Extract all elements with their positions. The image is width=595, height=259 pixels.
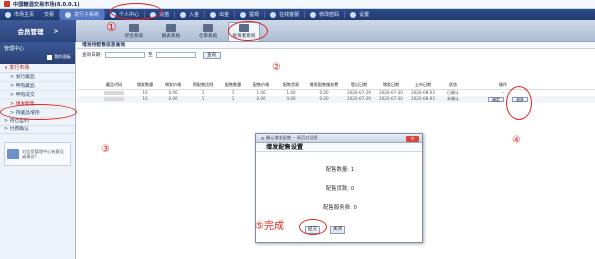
allot-fee-line: 配售服务费: 0 [323, 205, 357, 211]
nav-cash-out[interactable]: 提现 [235, 9, 264, 20]
nav-home[interactable]: 市场主页 [0, 9, 39, 20]
nav-deposit[interactable]: 入金 [175, 9, 204, 20]
cell-alloc: 1 [231, 96, 235, 101]
tab-report-system[interactable]: 报表系统 [155, 22, 187, 41]
settings-icon [350, 11, 357, 18]
query-filter: 查询日期: 至 查询 [77, 49, 595, 61]
cash-icon [240, 11, 247, 18]
sidebar-item-subscribe-collection[interactable]: > 申购藏品 [0, 82, 75, 91]
column-header: 状态 [448, 82, 458, 87]
to-label: 至 [147, 53, 153, 58]
column-header: 增发配售服务费 [309, 82, 339, 87]
column-header: 增发数量 [136, 82, 154, 87]
feedback-icon [7, 149, 19, 159]
cell-ratio: 1 [201, 96, 205, 101]
confirm-row-button[interactable]: 确定 [488, 96, 504, 102]
page-title: 增发待配售信息查询 [77, 42, 595, 49]
allot-qty-line: 配售数量: 1 [325, 167, 355, 173]
annotation-step-1: ① [106, 20, 117, 34]
annotation-ring-issue-nav [110, 3, 162, 20]
column-header: 藏品代码 [105, 82, 123, 87]
warehouse-icon [203, 24, 213, 32]
close-button[interactable]: 关闭 [330, 226, 345, 234]
nav-online-service[interactable]: 在线客服 [265, 9, 304, 20]
dialog-icon [261, 136, 264, 140]
cell-fee: 0.00 [319, 96, 329, 101]
dialog-heading: 增发配售设置 [256, 143, 422, 152]
app-logo-icon [4, 1, 10, 7]
nav-trade[interactable]: 交易 [39, 9, 59, 20]
column-header: 预配售比例 [192, 82, 214, 87]
panel-icon [47, 54, 53, 60]
cell-issue-date: 2020-07-30 [379, 96, 403, 101]
annotation-step-5: ⑤完成 [255, 221, 284, 232]
dialog-title: 确认增发配售 -- 网页对话框 [266, 135, 318, 140]
cell-price: 0.00 [168, 96, 178, 101]
annotation-ring-submit [299, 219, 327, 235]
column-header: 上市日期 [414, 82, 432, 87]
sidebar-item-payment-confirm[interactable]: > 付费确认 [0, 126, 75, 134]
overview-icon [129, 24, 139, 32]
annotation-ring-sidebar-item [0, 104, 77, 120]
window-title-bar: 中国糖酒交易市场(8.0.0.1) [0, 0, 595, 9]
cell-qty: 10 [142, 96, 148, 101]
sidebar-title: 管理中心 [4, 46, 25, 52]
issue-icon [65, 11, 72, 18]
nav-issue-subsystem[interactable]: 发行子系统 [60, 9, 105, 20]
report-icon [166, 24, 176, 32]
nav-change-password[interactable]: 修改密码 [305, 9, 344, 20]
tab-overview-system[interactable]: 综合系统 [118, 22, 150, 41]
column-header: 配售货款 [282, 82, 300, 87]
app-title: 中国糖酒交易市场(8.0.0.1) [13, 1, 80, 8]
end-date-input[interactable] [155, 52, 196, 58]
nav-settings[interactable]: 设置 [345, 9, 374, 20]
cell-reg-date: 2020-07-29 [347, 96, 371, 101]
column-header: 增发日期 [382, 82, 400, 87]
annotation-step-2: ② [272, 62, 281, 73]
top-navigation: 市场主页 交易 发行子系统 个人中心 充值 入金 出金 提现 在线客服 修改密码… [0, 9, 595, 20]
cell-payment: 0.00 [286, 96, 296, 101]
date-label: 查询日期: [82, 53, 102, 58]
annotation-step-3: ③ [101, 144, 110, 155]
tab-warehouse-system[interactable]: 仓单系统 [192, 22, 224, 41]
chevron-right-icon: > [53, 27, 59, 35]
cell-alloc-price: 0.00 [256, 96, 266, 101]
redacted-code [104, 97, 124, 101]
cell-code [99, 96, 129, 103]
feedback-card[interactable]: 对会员管理中心有意见或建议? [4, 142, 71, 166]
annotation-ring-confirm [506, 86, 532, 120]
withdraw-icon [210, 11, 217, 18]
sidebar: 管理中心 我的面板 ∨ 发行市场 > 发行藏品 > 申购藏品 > 申购成交 > … [0, 42, 76, 259]
deposit-icon [180, 11, 187, 18]
close-icon[interactable]: × [406, 135, 419, 142]
redacted-code [104, 90, 124, 95]
annotation-ring-investor-tab [228, 21, 268, 41]
sidebar-group-issue-market[interactable]: ∨ 发行市场 [0, 64, 75, 73]
start-date-input[interactable] [104, 52, 145, 58]
home-icon [5, 11, 11, 18]
column-header: 配售价格 [252, 82, 270, 87]
dialog-title-bar: 确认增发配售 -- 网页对话框 × [256, 134, 422, 143]
column-header: 登记日期 [350, 82, 368, 87]
column-header: 配售数量 [224, 82, 242, 87]
member-management-title: 会员管理 > [0, 20, 76, 42]
sidebar-item-subscribe-deals[interactable]: > 申购成交 [0, 91, 75, 100]
nav-withdraw[interactable]: 出金 [205, 9, 234, 20]
service-icon [270, 11, 277, 18]
feedback-text: 对会员管理中心有意见或建议? [22, 148, 64, 159]
query-button[interactable]: 查询 [202, 51, 221, 59]
key-icon [310, 11, 317, 18]
cell-list-date: 2020-08-03 [411, 96, 435, 101]
annotation-step-4: ④ [512, 135, 521, 146]
sidebar-header: 管理中心 我的面板 [0, 42, 75, 64]
allot-payment-line: 配售货款: 0 [325, 186, 355, 192]
module-toolbar: 会员管理 > 综合系统 报表系统 仓单系统 投资者系统 [0, 20, 595, 42]
cell-status: 未确认 [446, 96, 460, 101]
column-header: 增发价格 [164, 82, 182, 87]
my-panel-link[interactable]: 我的面板 [47, 54, 71, 60]
sidebar-item-issue-collection[interactable]: > 发行藏品 [0, 73, 75, 82]
